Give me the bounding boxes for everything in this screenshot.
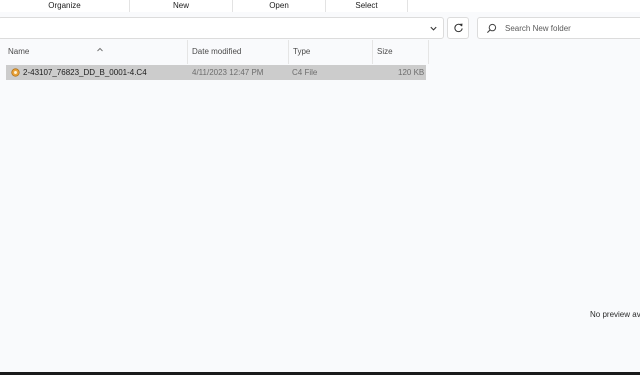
column-header-size[interactable]: Size — [373, 40, 429, 64]
c4-file-icon — [11, 68, 20, 77]
file-list: 2-43107_76823_DD_B_0001-4.C4 4/11/2023 1… — [6, 65, 426, 80]
ribbon-group-new: New — [130, 0, 233, 12]
file-name: 2-43107_76823_DD_B_0001-4.C4 — [23, 68, 147, 77]
chevron-down-icon[interactable] — [427, 22, 439, 34]
column-header-date-modified[interactable]: Date modified — [188, 40, 289, 64]
file-type: C4 File — [292, 68, 318, 77]
column-header-type-label: Type — [293, 47, 311, 56]
navigation-row — [0, 16, 640, 40]
column-header-name[interactable]: Name — [4, 40, 188, 64]
column-header-size-label: Size — [377, 47, 393, 56]
ribbon-group-labels: Organize New Open Select — [0, 0, 640, 12]
search-input[interactable] — [505, 18, 640, 38]
column-header-date-label: Date modified — [192, 47, 242, 56]
file-size: 120 KB — [398, 68, 425, 77]
ribbon-group-organize: Organize — [0, 0, 130, 12]
file-row[interactable]: 2-43107_76823_DD_B_0001-4.C4 4/11/2023 1… — [6, 65, 426, 80]
preview-pane-message: No preview av — [590, 310, 640, 319]
column-header-name-label: Name — [8, 47, 30, 56]
column-header-type[interactable]: Type — [289, 40, 373, 64]
search-icon — [486, 23, 497, 34]
file-date-modified: 4/11/2023 12:47 PM — [192, 68, 264, 77]
column-headers: Name Date modified Type Size — [0, 40, 430, 64]
refresh-icon — [453, 22, 464, 35]
address-bar[interactable] — [0, 17, 444, 39]
sort-ascending-icon — [96, 40, 104, 52]
ribbon-group-open: Open — [233, 0, 326, 12]
ribbon-group-select: Select — [326, 0, 408, 12]
refresh-button[interactable] — [447, 17, 469, 39]
search-box[interactable] — [477, 17, 640, 39]
